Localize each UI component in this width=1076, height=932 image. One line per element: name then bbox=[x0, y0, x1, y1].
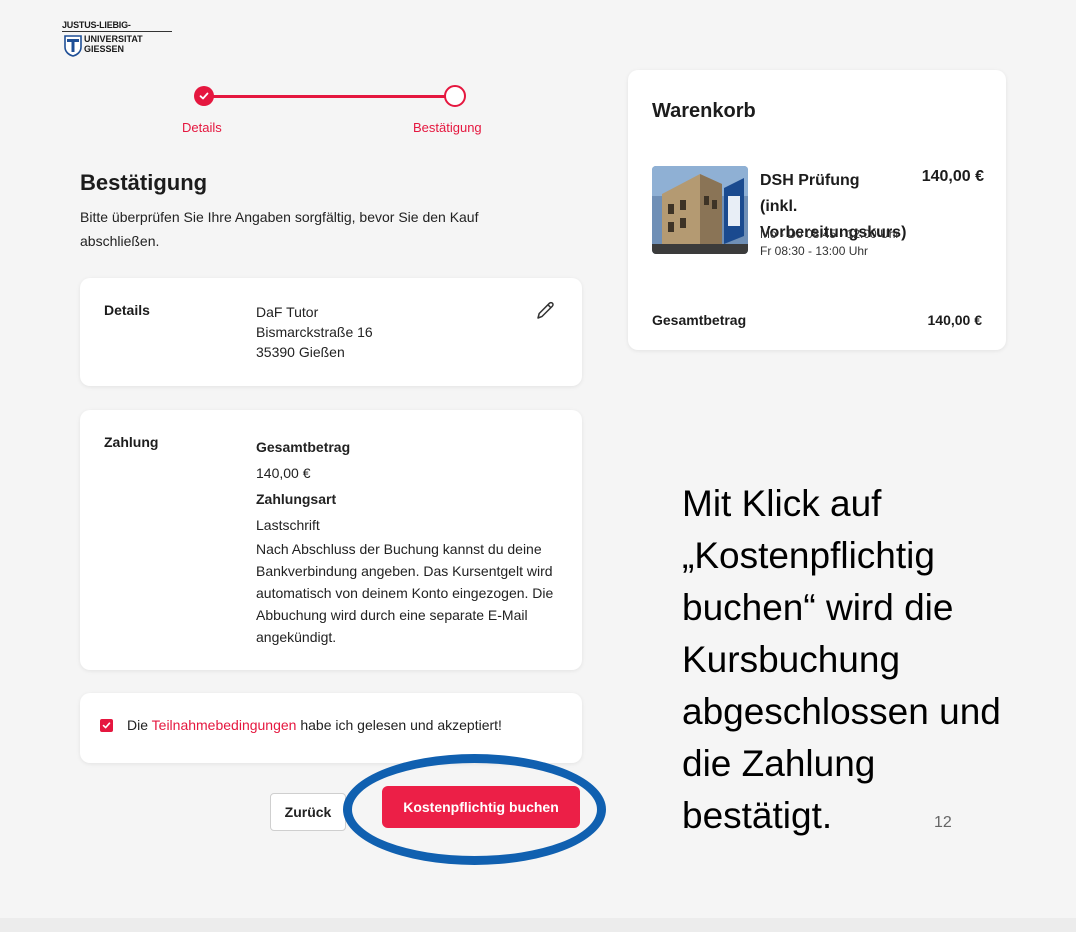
book-button[interactable]: Kostenpflichtig buchen bbox=[382, 786, 580, 828]
page-title: Bestätigung bbox=[80, 170, 208, 195]
address-block: DaF Tutor Bismarckstraße 16 35390 Gießen bbox=[256, 302, 373, 362]
payment-note: Nach Abschluss der Buchung kannst du dei… bbox=[256, 541, 554, 645]
details-card: Details DaF Tutor Bismarckstraße 16 3539… bbox=[80, 278, 582, 386]
terms-checkbox[interactable] bbox=[100, 719, 113, 732]
annotation-line-3: buchen“ wird die bbox=[682, 587, 954, 628]
schedule-line-1: Mo - Do 08:45 - 12:00 Uhr bbox=[760, 227, 900, 241]
customer-city: 35390 Gießen bbox=[256, 344, 345, 360]
cart-item-schedule: Mo - Do 08:45 - 12:00 Uhr Fr 08:30 - 13:… bbox=[760, 226, 899, 260]
schedule-line-2: Fr 08:30 - 13:00 Uhr bbox=[760, 244, 869, 258]
stepper-progress-line bbox=[205, 95, 457, 98]
payment-method-value: Lastschrift bbox=[256, 517, 320, 533]
checkout-stepper: Details Bestätigung bbox=[150, 84, 530, 144]
logo-text-giessen: GIESSEN bbox=[84, 44, 125, 54]
checkbox-check-icon bbox=[102, 722, 111, 729]
payment-label: Zahlung bbox=[104, 434, 159, 450]
step-confirmation-label: Bestätigung bbox=[413, 120, 482, 135]
payment-card: Zahlung Gesamtbetrag 140,00 € Zahlungsar… bbox=[80, 410, 582, 670]
payment-total-label: Gesamtbetrag bbox=[256, 439, 351, 455]
university-logo: JUSTUS-LIEBIG- UNIVERSITAT GIESSEN bbox=[62, 20, 182, 60]
logo-text-universitat: UNIVERSITAT bbox=[84, 34, 143, 44]
cart-card: Warenkorb DSH Prüfung (inkl. Vorbereitun… bbox=[628, 70, 1006, 350]
bottom-band bbox=[0, 918, 1076, 932]
cart-item-price: 140,00 € bbox=[921, 168, 984, 185]
course-image bbox=[652, 166, 748, 254]
crest-icon bbox=[64, 35, 82, 57]
annotation-line-1: Mit Klick auf bbox=[682, 483, 882, 524]
payment-method-label: Zahlungsart bbox=[256, 491, 337, 507]
step-confirmation-current-icon bbox=[444, 85, 466, 107]
payment-info: Gesamtbetrag 140,00 € Zahlungsart Lastsc… bbox=[256, 434, 556, 648]
back-button[interactable]: Zurück bbox=[270, 793, 346, 831]
annotation-line-7: bestätigt. bbox=[682, 795, 833, 836]
annotation-text: Mit Klick auf „Kostenpflichtig buchen“ w… bbox=[682, 478, 1072, 842]
cart-title: Warenkorb bbox=[652, 100, 756, 122]
annotation-line-6: die Zahlung bbox=[682, 743, 876, 784]
annotation-line-4: Kursbuchung bbox=[682, 639, 901, 680]
intro-text: Bitte überprüfen Sie Ihre Angaben sorgfä… bbox=[80, 209, 479, 249]
check-icon bbox=[199, 92, 209, 100]
slide-page-number: 12 bbox=[934, 814, 952, 831]
pencil-icon[interactable] bbox=[534, 300, 556, 322]
customer-street: Bismarckstraße 16 bbox=[256, 324, 373, 340]
terms-row: Die Teilnahmebedingungen habe ich gelese… bbox=[100, 717, 502, 733]
payment-total-value: 140,00 € bbox=[256, 465, 311, 481]
customer-name: DaF Tutor bbox=[256, 304, 319, 320]
terms-link[interactable]: Teilnahmebedingungen bbox=[152, 717, 297, 733]
logo-text-line2: UNIVERSITAT GIESSEN bbox=[84, 34, 143, 54]
cart-total-value: 140,00 € bbox=[927, 312, 983, 328]
cart-total-label: Gesamtbetrag bbox=[652, 312, 747, 328]
step-details-complete-icon[interactable] bbox=[194, 86, 214, 106]
logo-text-line1: JUSTUS-LIEBIG- bbox=[62, 20, 131, 30]
details-label: Details bbox=[104, 302, 150, 318]
terms-prefix: Die bbox=[127, 717, 149, 733]
annotation-line-5: abgeschlossen und bbox=[682, 691, 1001, 732]
terms-suffix: habe ich gelesen und akzeptiert! bbox=[300, 717, 502, 733]
annotation-line-2: „Kostenpflichtig bbox=[682, 535, 935, 576]
terms-card: Die Teilnahmebedingungen habe ich gelese… bbox=[80, 693, 582, 763]
step-details-label[interactable]: Details bbox=[182, 120, 222, 135]
logo-rule bbox=[62, 31, 172, 32]
